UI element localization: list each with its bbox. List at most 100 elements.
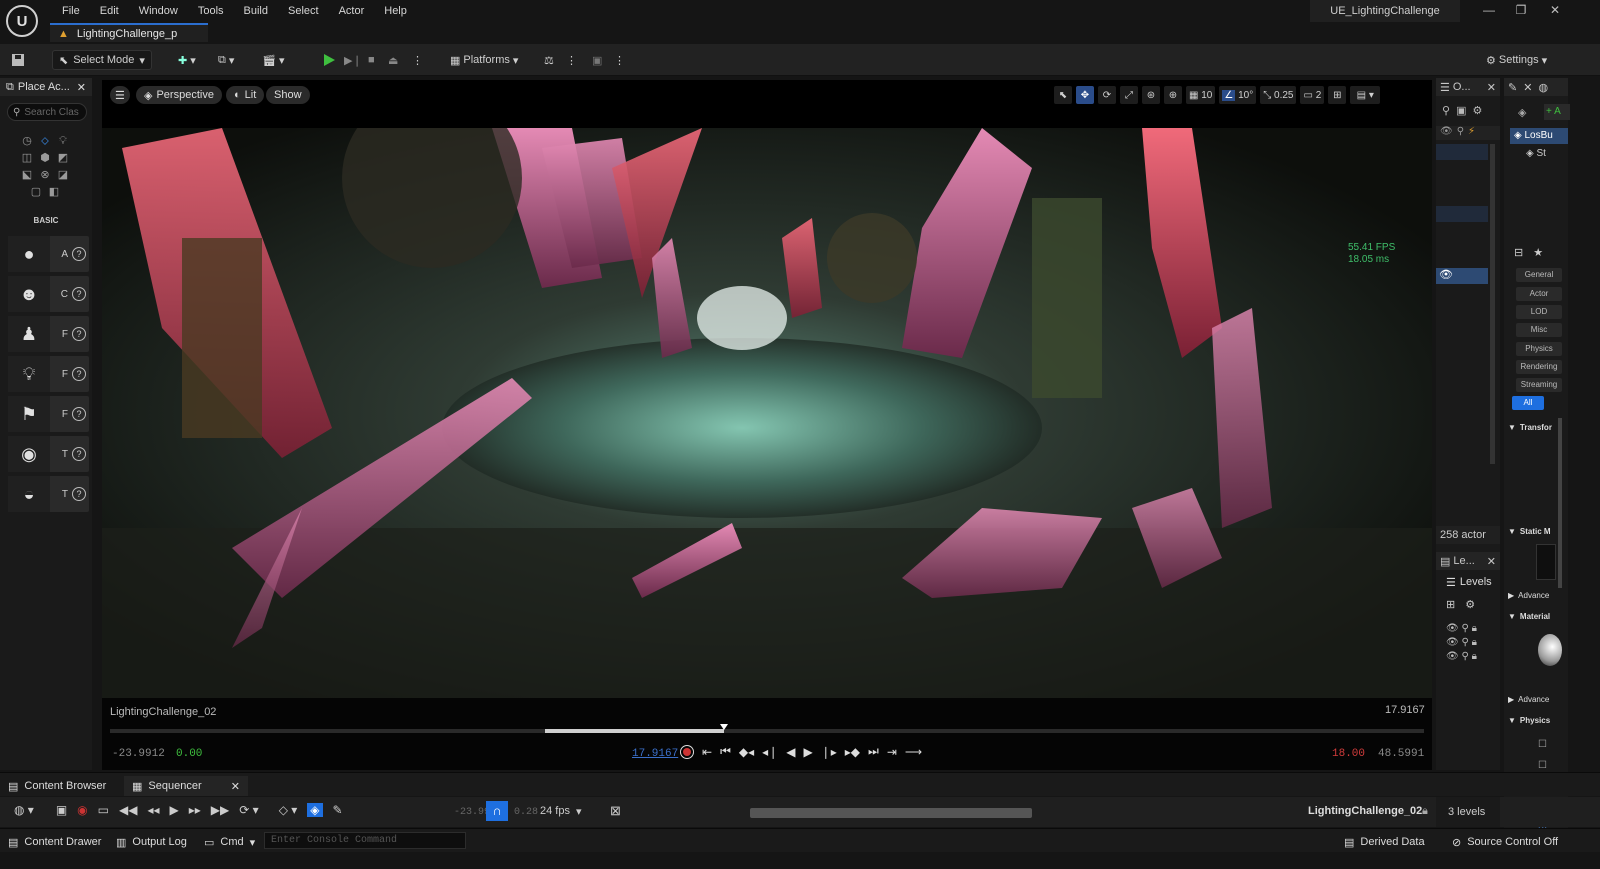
filter-physics[interactable]: Physics <box>1516 342 1562 356</box>
layers-icon[interactable]: ◈ <box>1518 106 1526 119</box>
place-actors-tab[interactable]: ⧉ Place Ac... ✕ <box>0 78 92 96</box>
section-physics[interactable]: ▼ Physics <box>1508 713 1568 727</box>
folder-icon[interactable]: ▣ <box>1456 104 1466 117</box>
actor-item-trigger-box[interactable]: ◉ T? <box>8 436 89 472</box>
playhead-time[interactable]: 17.9167 <box>632 748 678 760</box>
source-control-icon[interactable]: ⚖ <box>544 50 554 70</box>
actor-item-trigger-sphere[interactable]: ◒ T? <box>8 476 89 512</box>
step-forward-icon[interactable]: ▸▸ <box>189 803 201 817</box>
prev-key-icon[interactable]: ⏮ <box>720 744 731 759</box>
platforms-dropdown[interactable]: ▦ Platforms ▾ <box>450 50 518 70</box>
fps-dropdown[interactable]: 24 fps ▾ <box>540 805 582 818</box>
close-icon[interactable]: ✕ <box>1540 3 1570 19</box>
stop-icon[interactable]: ■ <box>368 50 375 70</box>
section-advanced[interactable]: ▶ Advance <box>1508 692 1568 706</box>
save-icon[interactable] <box>10 50 26 70</box>
world-local-icon[interactable]: ⊕ <box>1164 86 1182 104</box>
add-level-icon[interactable]: ⊞ <box>1446 598 1455 611</box>
play-reverse-icon[interactable]: ◀ <box>786 745 795 759</box>
lights-icon[interactable]: 💡︎ <box>56 134 70 148</box>
all-classes-icon[interactable]: ⊗ <box>38 168 52 182</box>
menu-edit[interactable]: Edit <box>90 3 129 19</box>
lit-button[interactable]: ◐ Lit <box>226 86 265 104</box>
rewind-icon[interactable]: ◀◀ <box>119 803 137 817</box>
unreal-logo[interactable]: U <box>6 5 38 37</box>
play-options-icon[interactable]: ⋮ <box>412 50 423 70</box>
level-tab[interactable]: ▲ LightingChallenge_p <box>50 23 208 42</box>
actor-item-point-light[interactable]: 💡︎ F? <box>8 356 89 392</box>
render-movie-icon[interactable]: ◉ <box>77 803 87 817</box>
show-button[interactable]: Show <box>266 86 310 104</box>
next-keyframe-icon[interactable]: ▸◆ <box>845 745 860 759</box>
help-icon[interactable]: ? <box>72 447 86 461</box>
level-viewport[interactable]: ☰ ◈ Perspective ◐ Lit Show ⬉ ✥ ⟳ ⤢ ⊛ ⊕ ▦ 1… <box>102 80 1432 770</box>
next-key-icon[interactable]: ⏭ <box>868 744 879 759</box>
select-tool-icon[interactable]: ⬉ <box>1054 86 1072 104</box>
filter-misc[interactable]: Misc <box>1516 323 1562 337</box>
surface-snap-icon[interactable]: ⊛ <box>1142 86 1160 104</box>
gear-icon[interactable]: ⚙ <box>1465 598 1475 611</box>
restore-icon[interactable]: ❐ <box>1506 3 1536 19</box>
view-icon[interactable]: ⊟ <box>1514 246 1523 259</box>
section-advanced[interactable]: ▶ Advance <box>1508 588 1568 602</box>
record-icon[interactable] <box>680 744 694 759</box>
close-icon[interactable]: ✕ <box>231 780 240 793</box>
step-back-icon[interactable]: ◂❘ <box>762 745 778 759</box>
step-back-icon[interactable]: ◂◂ <box>147 803 159 817</box>
help-icon[interactable]: ? <box>72 487 86 501</box>
autokey-icon[interactable]: ◈ <box>307 803 323 817</box>
grid-snap-button[interactable]: ▦ 10 <box>1186 86 1216 104</box>
output-log-button[interactable]: ▥ Output Log <box>108 832 195 852</box>
box-icon[interactable]: ▢ <box>29 185 43 199</box>
help-icon[interactable]: ? <box>72 367 86 381</box>
layout-icon[interactable]: ⊞ <box>1328 86 1347 104</box>
filter-streaming[interactable]: Streaming <box>1516 378 1562 392</box>
actor-item-pawn[interactable]: ♟ F? <box>8 316 89 352</box>
add-component-button[interactable]: + A <box>1544 104 1570 120</box>
actor-item-player-start[interactable]: ⚑ F? <box>8 396 89 432</box>
loop-icon[interactable]: ⟶ <box>905 745 922 759</box>
filter-all[interactable]: All <box>1512 396 1544 410</box>
level-row[interactable]: 👁︎ ⚲ 🔒︎ <box>1446 650 1477 664</box>
outliner-row-selected[interactable]: 👁︎ <box>1436 268 1488 284</box>
scene-render[interactable] <box>102 128 1432 698</box>
scrollbar[interactable] <box>1558 418 1562 588</box>
outliner-tab[interactable]: ☰ O... ✕ <box>1436 78 1500 96</box>
prev-keyframe-icon[interactable]: ◆◂ <box>739 745 754 759</box>
menu-tools[interactable]: Tools <box>188 3 234 19</box>
play-start[interactable]: 0.00 <box>176 748 202 760</box>
actor-item-empty-actor[interactable]: ● A? <box>8 236 89 272</box>
outliner-row[interactable] <box>1436 206 1488 222</box>
level-row[interactable]: 👁︎ ⚲ 🔒︎ <box>1446 622 1477 636</box>
range-end[interactable]: 48.5991 <box>1378 748 1424 760</box>
play-button[interactable] <box>322 50 336 70</box>
more-icon[interactable]: ⋮ <box>566 50 577 70</box>
filter-actor[interactable]: Actor <box>1516 287 1562 301</box>
help-icon[interactable]: ? <box>72 247 86 261</box>
selected-actor[interactable]: ◈ LosBu <box>1510 128 1568 144</box>
more-icon[interactable]: ⋮ <box>614 50 625 70</box>
console-input[interactable]: Enter Console Command <box>264 832 466 849</box>
play-icon[interactable]: ▶ <box>170 803 179 817</box>
jump-start-icon[interactable]: ⇤ <box>702 745 712 759</box>
menu-help[interactable]: Help <box>374 3 417 19</box>
step-forward-icon[interactable]: ❘▸ <box>821 745 837 759</box>
world-icon[interactable]: ◍ ▾ <box>14 803 34 817</box>
rotate-snap-button[interactable]: ∠ 10° <box>1219 86 1257 104</box>
select-mode-dropdown[interactable]: ⬉ Select Mode ▾ <box>52 50 152 70</box>
camera-icon[interactable]: ▭ <box>98 803 109 817</box>
perspective-button[interactable]: ◈ Perspective <box>136 86 222 104</box>
eye-icon[interactable]: 👁︎ <box>1440 126 1453 140</box>
help-icon[interactable]: ? <box>72 287 86 301</box>
rotate-tool-icon[interactable]: ⟳ <box>1098 86 1116 104</box>
level-row[interactable]: 👁︎ ⚲ 🔒︎ <box>1446 636 1477 650</box>
help-icon[interactable]: ? <box>72 407 86 421</box>
pin-icon[interactable]: ⚲ <box>1457 126 1464 140</box>
filter-lod[interactable]: LOD <box>1516 305 1562 319</box>
jump-end-icon[interactable]: ⇥ <box>887 745 897 759</box>
source-control-button[interactable]: ⊘ Source Control Off <box>1444 832 1566 852</box>
basic-icon[interactable]: ⬦ <box>38 134 52 148</box>
eye-icon[interactable]: 👁︎ <box>1439 269 1453 281</box>
help-icon[interactable]: ? <box>72 327 86 341</box>
range-start[interactable]: -23.9912 <box>112 748 165 760</box>
